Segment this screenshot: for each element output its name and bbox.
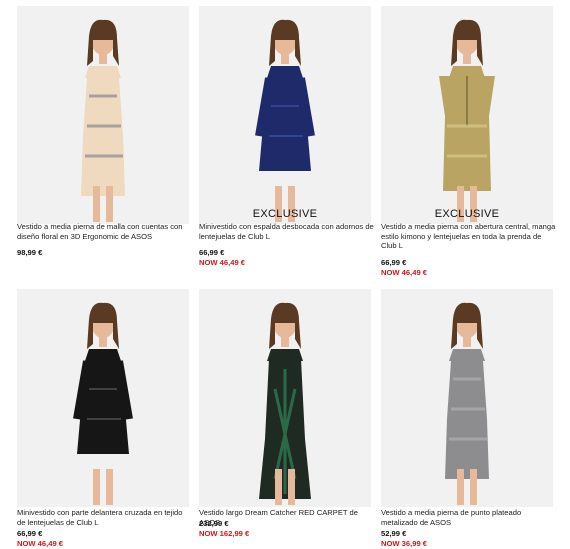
dress-model-illustration	[255, 19, 315, 222]
product-price: 66,99 €	[381, 258, 407, 267]
dress-model-illustration	[81, 19, 125, 222]
product-description-link[interactable]: Minivestido con parte delantera cruzada …	[17, 508, 192, 527]
dress-model-illustration	[259, 302, 311, 505]
dress-model-illustration	[73, 302, 133, 505]
product-description-link[interactable]: Minivestido con espalda desbocada con ad…	[199, 222, 374, 241]
product-card[interactable]: Vestido a media pierna de malla con cuen…	[17, 6, 189, 266]
product-price: 52,99 €	[381, 529, 407, 538]
product-card[interactable]: EXCLUSIVE Minivestido con espalda desboca…	[199, 6, 374, 267]
product-card[interactable]: Minivestido con parte delantera cruzada …	[17, 289, 189, 549]
product-description-link[interactable]: Vestido a media pierna de malla con cuen…	[17, 222, 192, 241]
dress-model-illustration	[439, 19, 495, 222]
product-image[interactable]	[17, 6, 189, 224]
product-image[interactable]: EXCLUSIVE	[381, 6, 553, 224]
product-card[interactable]: Vestido largo Dream Catcher RED CARPET d…	[199, 289, 371, 549]
product-card[interactable]: Vestido a media pierna de punto plateado…	[381, 289, 553, 549]
dress-model-illustration	[445, 302, 489, 505]
product-price: 98,99 €	[17, 248, 43, 257]
product-price: 66,99 €	[199, 248, 225, 257]
product-card[interactable]: EXCLUSIVE Vestido a media pierna con aber…	[381, 6, 556, 277]
product-image[interactable]	[17, 289, 189, 507]
product-sale-price: NOW 162,99 €	[199, 529, 250, 538]
exclusive-badge: EXCLUSIVE	[434, 208, 500, 220]
product-image[interactable]	[199, 289, 371, 507]
product-image[interactable]	[381, 289, 553, 507]
product-sale-price: NOW 46,49 €	[381, 268, 428, 277]
product-price: 66,99 €	[17, 529, 43, 538]
product-description-link[interactable]: Vestido a media pierna con abertura cent…	[381, 222, 556, 251]
product-grid: Vestido a media pierna de malla con cuen…	[0, 0, 570, 549]
exclusive-badge: EXCLUSIVE	[252, 208, 318, 220]
product-image[interactable]: EXCLUSIVE	[199, 6, 371, 224]
product-description-link[interactable]: Vestido a media pierna de punto plateado…	[381, 508, 556, 527]
product-price: 232,99 €	[199, 519, 229, 528]
product-sale-price: NOW 46,49 €	[199, 258, 246, 267]
